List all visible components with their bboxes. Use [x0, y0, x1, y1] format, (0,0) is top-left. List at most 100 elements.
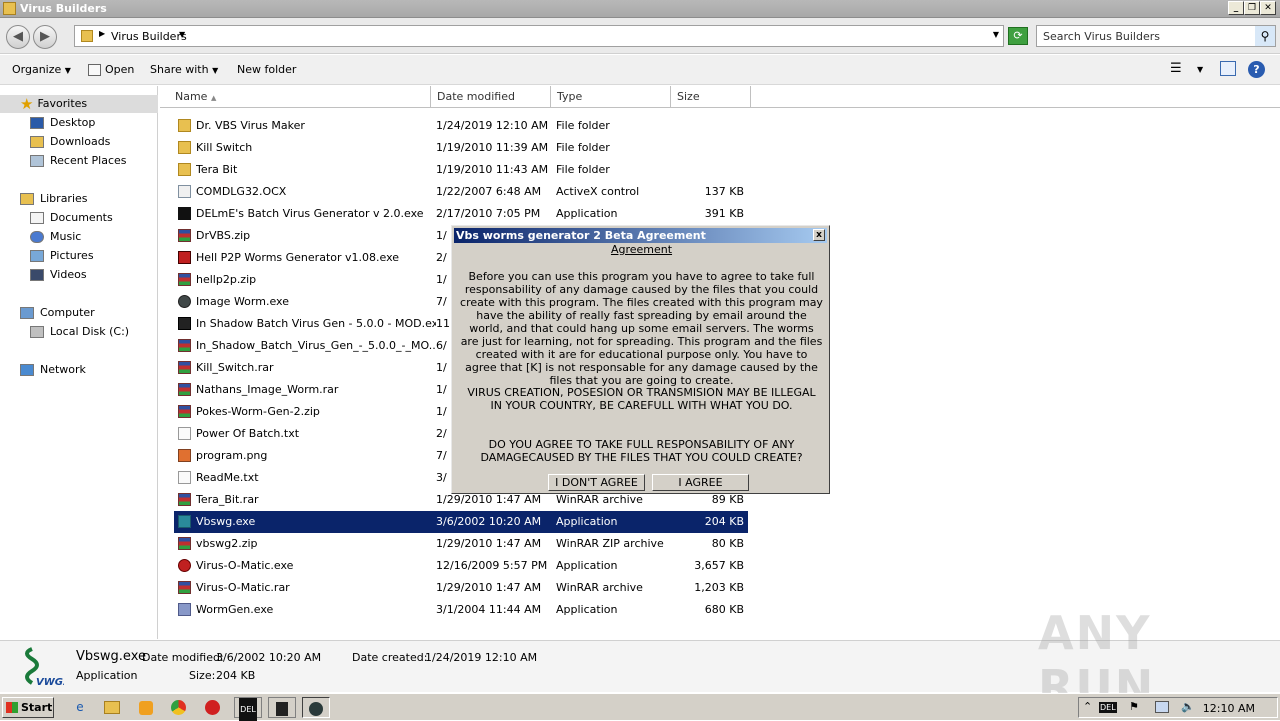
sidebar-item-documents[interactable]: Documents [30, 209, 113, 227]
sidebar-item-favorites[interactable]: ★ Favorites [0, 95, 158, 113]
share-with-button[interactable]: Share with ▼ [150, 63, 218, 76]
file-date: 1/24/2019 12:10 AM [436, 119, 549, 132]
sidebar-item-desktop[interactable]: Desktop [30, 114, 95, 132]
sidebar-item-network[interactable]: Network [20, 361, 86, 379]
address-bar[interactable]: ▶ Virus Builders ▼ ▼ [74, 25, 1004, 47]
ocx-icon [178, 185, 191, 198]
libraries-icon [20, 193, 34, 205]
search-placeholder: Search Virus Builders [1043, 30, 1160, 43]
search-icon[interactable]: ⚲ [1255, 26, 1275, 46]
details-date-modified-label: Date modified: [142, 651, 224, 664]
file-name: Virus-O-Matic.rar [196, 581, 290, 594]
inshadow-taskbar-icon[interactable] [268, 697, 296, 718]
delme-taskbar-icon[interactable]: DEL [234, 697, 262, 721]
sidebar-item-local-disk[interactable]: Local Disk (C:) [30, 323, 129, 341]
sidebar-item-libraries[interactable]: Libraries [20, 190, 88, 208]
file-name: vbswg2.zip [196, 537, 258, 550]
chrome-icon[interactable] [166, 697, 190, 718]
sidebar-item-music[interactable]: Music [30, 228, 81, 246]
breadcrumb-arrow-icon[interactable]: ▶ [99, 29, 105, 38]
column-size[interactable]: Size [671, 86, 751, 108]
refresh-button[interactable]: ⟳ [1008, 27, 1028, 45]
folder-icon [178, 163, 191, 176]
new-folder-button[interactable]: New folder [237, 63, 296, 76]
file-row[interactable]: COMDLG32.OCX 1/22/2007 6:48 AM ActiveX con… [174, 181, 748, 203]
details-date-created: 1/24/2019 12:10 AM [425, 651, 538, 664]
agree-button[interactable]: I AGREE [652, 474, 749, 491]
sort-ascending-icon: ▲ [210, 94, 217, 102]
agreement-dialog: Vbs worms generator 2 Beta Agreement x A… [451, 225, 830, 494]
column-date-modified[interactable]: Date modified [431, 86, 551, 108]
minimize-button[interactable]: _ [1228, 1, 1244, 15]
drive-icon [30, 326, 44, 338]
start-label: Start [21, 701, 53, 714]
file-row[interactable]: Dr. VBS Virus Maker 1/24/2019 12:10 AM Fil… [174, 115, 748, 137]
file-row[interactable]: Vbswg.exe 3/6/2002 10:20 AM Application 204… [174, 511, 748, 533]
disagree-button[interactable]: I DON'T AGREE [548, 474, 645, 491]
file-name: COMDLG32.OCX [196, 185, 287, 198]
close-button[interactable]: ✕ [1260, 1, 1276, 15]
ie-icon[interactable]: e [68, 697, 92, 718]
sidebar-label: Computer [40, 306, 95, 319]
help-icon[interactable]: ? [1248, 61, 1265, 78]
column-type[interactable]: Type [551, 86, 671, 108]
network-tray-icon[interactable] [1155, 701, 1169, 713]
file-name: Hell P2P Worms Generator v1.08.exe [196, 251, 400, 264]
preview-pane-icon[interactable] [1220, 61, 1236, 76]
clock: 12:10 AM [1202, 702, 1255, 715]
antivirus-icon[interactable] [200, 697, 224, 718]
view-options-icon[interactable]: ☰ [1170, 61, 1182, 76]
organize-button[interactable]: Organize ▼ [12, 63, 71, 76]
file-row[interactable]: Kill Switch 1/19/2010 11:39 AM File folder [174, 137, 748, 159]
chevron-down-icon[interactable]: ▼ [179, 30, 185, 39]
file-row[interactable]: Virus-O-Matic.exe 12/16/2009 5:57 PM Appli… [174, 555, 748, 577]
chevron-down-icon: ▼ [212, 66, 219, 75]
file-row[interactable]: DELmE's Batch Virus Generator v 2.0.exe 2… [174, 203, 748, 225]
search-input[interactable]: Search Virus Builders ⚲ [1036, 25, 1276, 47]
sidebar-item-videos[interactable]: Videos [30, 266, 87, 284]
file-row[interactable]: WormGen.exe 3/1/2004 11:44 AM Application 6… [174, 599, 748, 621]
hell-icon [178, 251, 191, 264]
dialog-paragraph-3: DO YOU AGREE TO TAKE FULL RESPONSABILITY… [480, 438, 803, 464]
volume-icon[interactable]: 🔈 [1181, 700, 1195, 713]
start-button[interactable]: Start [2, 697, 54, 718]
dialog-titlebar: Vbs worms generator 2 Beta Agreement x [454, 228, 827, 243]
sidebar-label: Pictures [50, 249, 94, 262]
vbs-icon [178, 515, 191, 528]
open-button[interactable]: Open [88, 63, 134, 76]
sidebar-label: Downloads [50, 135, 111, 148]
sidebar-item-computer[interactable]: Computer [20, 304, 95, 322]
file-size: 1,203 KB [694, 581, 744, 594]
file-type: Application [556, 603, 618, 616]
music-icon [30, 231, 44, 243]
windows-logo-icon [6, 702, 18, 713]
delme-tray-icon[interactable]: DEL [1099, 702, 1117, 713]
dialog-heading: Agreement [610, 243, 673, 256]
forward-button[interactable]: ▶ [33, 25, 57, 49]
flag-icon[interactable]: ⚑ [1129, 700, 1139, 713]
chevron-down-icon[interactable]: ▼ [1197, 65, 1203, 74]
sidebar-item-pictures[interactable]: Pictures [30, 247, 94, 265]
chevron-up-icon[interactable]: ⌃ [1083, 700, 1092, 713]
vbswg-taskbar-icon[interactable] [302, 697, 330, 718]
dialog-close-button[interactable]: x [813, 229, 825, 241]
file-name: Virus-O-Matic.exe [196, 559, 294, 572]
back-button[interactable]: ◀ [6, 25, 30, 49]
recent-places-icon [30, 155, 44, 167]
file-row[interactable]: Virus-O-Matic.rar 1/29/2010 1:47 AM WinRAR… [174, 577, 748, 599]
folder-icon [178, 141, 191, 154]
maximize-button[interactable]: ❐ [1244, 1, 1260, 15]
file-row[interactable]: Tera Bit 1/19/2010 11:43 AM File folder [174, 159, 748, 181]
explorer-taskbar-icon[interactable] [100, 697, 124, 718]
file-size: 680 KB [704, 603, 744, 616]
column-name[interactable]: Name ▲ [168, 86, 431, 108]
sidebar-label: Favorites [37, 97, 88, 110]
sidebar-item-downloads[interactable]: Downloads [30, 133, 110, 151]
file-row[interactable]: vbswg2.zip 1/29/2010 1:47 AM WinRAR ZIP ar… [174, 533, 748, 555]
breadcrumb[interactable]: Virus Builders [111, 30, 187, 43]
rar-icon [178, 493, 191, 506]
sidebar-item-recent-places[interactable]: Recent Places [30, 152, 127, 170]
address-dropdown-icon[interactable]: ▼ [993, 30, 999, 39]
media-player-icon[interactable] [134, 697, 158, 718]
rar-icon [178, 537, 191, 550]
